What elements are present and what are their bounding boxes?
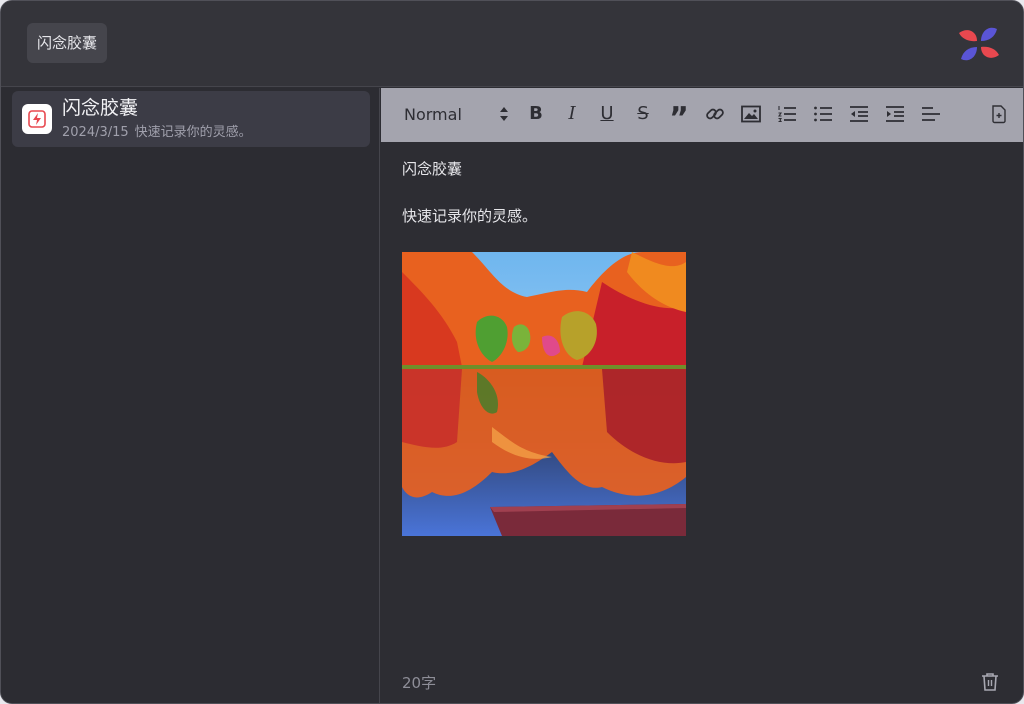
note-date: 2024/3/15: [62, 125, 129, 140]
word-count: 20字: [402, 674, 437, 692]
notes-sidebar: 闪念胶囊 2024/3/15 快速记录你的灵感。: [1, 88, 380, 703]
add-page-icon: [992, 105, 1006, 124]
strikethrough-icon: S: [637, 103, 649, 124]
bullet-list-button[interactable]: [811, 102, 835, 126]
ordered-list-button[interactable]: [775, 102, 799, 126]
align-button[interactable]: [919, 102, 943, 126]
outdent-icon: [850, 106, 868, 122]
indent-icon: [886, 106, 904, 122]
editor-toolbar: Normal B I U S ”: [381, 88, 1023, 142]
autumn-lake-image[interactable]: [402, 252, 686, 536]
flash-capsule-icon: [22, 104, 52, 134]
link-button[interactable]: [703, 102, 727, 126]
outdent-button[interactable]: [847, 102, 871, 126]
indent-button[interactable]: [883, 102, 907, 126]
italic-icon: I: [568, 103, 576, 124]
strikethrough-button[interactable]: S: [631, 102, 655, 126]
add-page-button[interactable]: [987, 102, 1011, 126]
italic-button[interactable]: I: [560, 102, 584, 126]
blockquote-button[interactable]: ”: [667, 102, 691, 136]
editor-paragraph[interactable]: 闪念胶囊: [402, 158, 462, 180]
trash-icon[interactable]: [979, 671, 1001, 693]
editor-area[interactable]: 闪念胶囊 快速记录你的灵感。 20字: [381, 142, 1023, 703]
app-window: 闪念胶囊 闪念胶囊 2024/3/15 快速记录你的灵感。 Normal B I…: [0, 0, 1024, 704]
bold-button[interactable]: B: [524, 102, 548, 126]
link-icon: [706, 108, 724, 120]
underline-button[interactable]: U: [595, 102, 619, 126]
note-title: 闪念胶囊: [62, 97, 139, 119]
note-subtitle: 2024/3/15 快速记录你的灵感。: [62, 124, 252, 142]
bold-icon: B: [529, 103, 543, 124]
note-list-item[interactable]: 闪念胶囊 2024/3/15 快速记录你的灵感。: [12, 91, 370, 147]
note-preview: 快速记录你的灵感。: [134, 125, 252, 140]
header-bar: 闪念胶囊: [1, 1, 1023, 87]
image-button[interactable]: [739, 102, 763, 126]
ordered-list-icon: [777, 106, 796, 123]
app-logo-icon: [959, 27, 999, 61]
editor-paragraph[interactable]: 快速记录你的灵感。: [402, 205, 537, 227]
underline-icon: U: [600, 103, 614, 124]
image-icon: [741, 105, 761, 123]
bullet-list-icon: [814, 106, 832, 122]
align-icon: [922, 107, 940, 121]
app-name-button[interactable]: 闪念胶囊: [27, 23, 108, 63]
text-style-select[interactable]: Normal: [404, 104, 462, 126]
select-arrows-icon[interactable]: [499, 106, 509, 122]
quote-icon: ”: [669, 101, 689, 136]
